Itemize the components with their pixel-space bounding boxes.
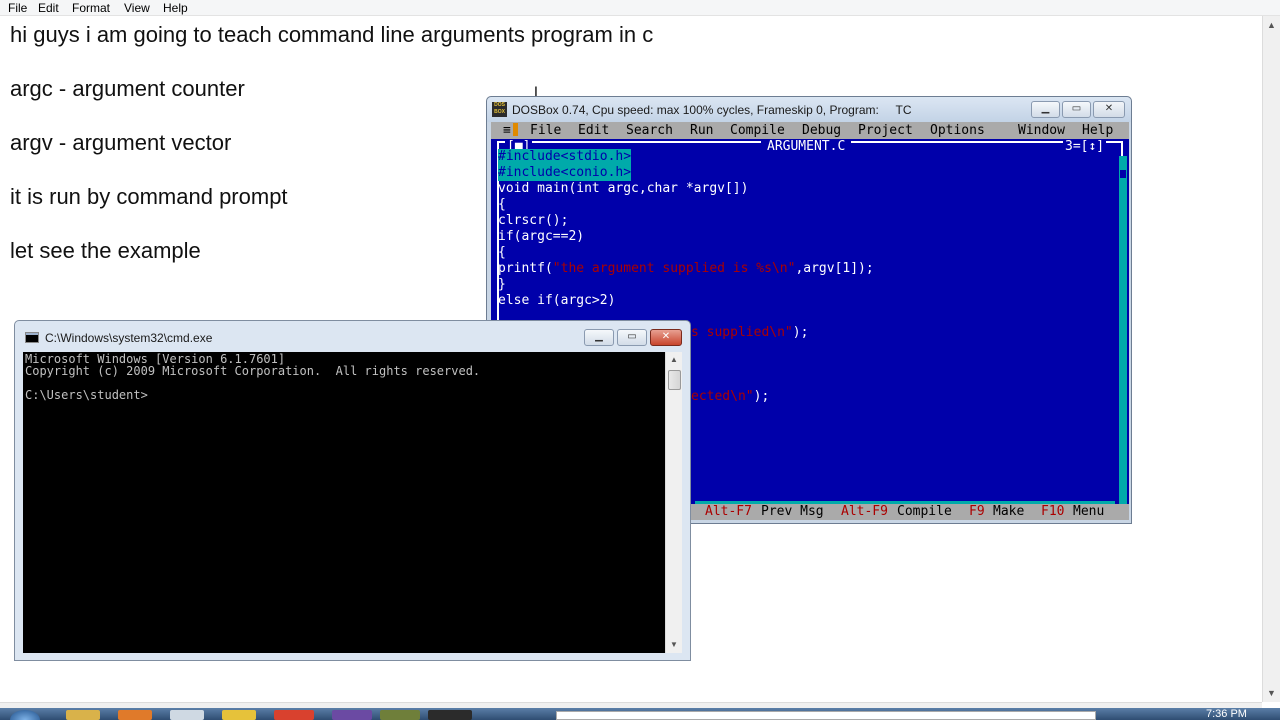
tc-menu-options[interactable]: Options (930, 123, 985, 138)
status-key-f10[interactable]: F10 (1041, 504, 1064, 519)
dosbox-titlebar[interactable]: DOS BOX DOSBox 0.74, Cpu speed: max 100%… (487, 97, 1131, 122)
code-line-9: } (498, 277, 506, 292)
cmd-console-output[interactable]: Microsoft Windows [Version 6.1.7601] Cop… (23, 352, 665, 653)
scroll-down-icon[interactable]: ▼ (1267, 688, 1276, 698)
taskbar-search-box[interactable] (556, 711, 1096, 720)
cmd-scroll-thumb[interactable] (668, 370, 681, 390)
status-label-prev-msg: Prev Msg (761, 504, 824, 519)
notepad-menu-edit[interactable]: Edit (38, 1, 59, 15)
status-label-menu: Menu (1073, 504, 1105, 519)
cmd-title: C:\Windows\system32\cmd.exe (45, 331, 213, 345)
taskbar-clock: 7:36 PM (1206, 708, 1247, 720)
start-button[interactable] (10, 710, 40, 720)
code-line-10: else if(argc>2) (498, 293, 616, 308)
minimize-button[interactable]: ▁ (1031, 101, 1060, 118)
tc-menu-compile[interactable]: Compile (730, 123, 785, 138)
explorer-taskbar-icon[interactable] (66, 710, 100, 720)
dosbox-app-icon: DOS BOX (492, 102, 507, 117)
cmd-titlebar[interactable]: C:\Windows\system32\cmd.exe ▁ ▭ ✕ (15, 321, 690, 353)
cmd-maximize-button[interactable]: ▭ (617, 329, 647, 346)
cmd-close-button[interactable]: ✕ (650, 329, 682, 346)
scroll-up-icon[interactable]: ▲ (670, 355, 678, 364)
code-line-12: s supplied\n"); (691, 325, 809, 340)
notepad-line-5: let see the example (10, 238, 201, 263)
status-key-alt-f7[interactable]: Alt-F7 (705, 504, 752, 519)
cmd-minimize-button[interactable]: ▁ (584, 329, 614, 346)
notepad-line-2: argc - argument counter (10, 76, 245, 101)
console-prompt[interactable]: C:\Users\student> (25, 388, 148, 402)
status-key-alt-f9[interactable]: Alt-F9 (841, 504, 888, 519)
tc-menu-window[interactable]: Window (1018, 123, 1065, 138)
system-menu-icon[interactable]: ≡ (503, 123, 513, 138)
media-taskbar-icon[interactable] (332, 710, 372, 720)
scroll-down-icon[interactable]: ▼ (670, 640, 678, 649)
taskbar: 7:36 PM (0, 708, 1280, 720)
notepad-menu-view[interactable]: View (124, 1, 150, 15)
turbo-c-menubar: ≡ File Edit Search Run Compile Debug Pro… (491, 122, 1129, 139)
files-taskbar-icon[interactable] (222, 710, 256, 720)
code-line-2: #include<conio.h> (498, 165, 632, 181)
minimize-icon: ▁ (1041, 103, 1050, 114)
editor-scroll-thumb[interactable] (1120, 170, 1126, 178)
code-line-5: clrscr(); (498, 213, 569, 228)
notepad-line-3: argv - argument vector (10, 130, 232, 155)
close-icon: ✕ (661, 331, 671, 342)
tc-menu-run[interactable]: Run (690, 123, 713, 138)
code-line-1: #include<stdio.h> (498, 149, 632, 165)
notepad-menu-file[interactable]: File (8, 1, 27, 15)
console-icon (25, 332, 39, 343)
close-icon: ✕ (1104, 103, 1114, 114)
editor-filename: ARGUMENT.C (761, 139, 852, 154)
notepad-line-1: hi guys i am going to teach command line… (10, 22, 654, 47)
status-label-make: Make (993, 504, 1025, 519)
minimize-icon: ▁ (595, 331, 603, 342)
editor-vertical-scrollbar[interactable] (1119, 156, 1127, 506)
status-key-f9[interactable]: F9 (969, 504, 985, 519)
firefox-taskbar-icon[interactable] (118, 710, 152, 720)
dosbox-program-name: TC (895, 103, 912, 117)
notepad-vertical-scrollbar[interactable]: ▲ ▼ (1262, 16, 1280, 702)
code-line-7: { (498, 245, 506, 260)
maximize-icon: ▭ (1071, 103, 1082, 114)
notepad-menu-format[interactable]: Format (72, 1, 110, 15)
dosbox-title: DOSBox 0.74, Cpu speed: max 100% cycles,… (512, 103, 912, 117)
cmd-window[interactable]: C:\Windows\system32\cmd.exe ▁ ▭ ✕ Micros… (14, 320, 691, 661)
code-line-3: void main(int argc,char *argv[]) (498, 181, 749, 196)
tc-menu-project[interactable]: Project (858, 123, 913, 138)
editor-window-number[interactable]: 3=[↕] (1063, 139, 1107, 154)
tc-menu-edit[interactable]: Edit (578, 123, 609, 138)
chrome-taskbar-icon[interactable] (274, 710, 314, 720)
app-taskbar-icon[interactable] (380, 710, 420, 720)
code-line-6: if(argc==2) (498, 229, 585, 244)
tc-menu-search[interactable]: Search (626, 123, 673, 138)
notepad-menubar: File Edit Format View Help (0, 0, 1280, 16)
code-line-4: { (498, 197, 506, 212)
maximize-button[interactable]: ▭ (1062, 101, 1091, 118)
notepad-line-4: it is run by command prompt (10, 184, 288, 209)
status-label-compile: Compile (897, 504, 952, 519)
console-line-2: Copyright (c) 2009 Microsoft Corporation… (25, 364, 481, 378)
notepad-menu-help[interactable]: Help (163, 1, 188, 15)
menu-cursor-marker (513, 123, 518, 136)
cmd-vertical-scrollbar[interactable]: ▲ ▼ (665, 352, 682, 653)
notepad-taskbar-icon[interactable] (170, 710, 204, 720)
maximize-icon: ▭ (627, 331, 637, 342)
tc-menu-help[interactable]: Help (1082, 123, 1113, 138)
tc-menu-file[interactable]: File (530, 123, 561, 138)
code-line-16: ected\n"); (691, 389, 770, 404)
scroll-up-icon[interactable]: ▲ (1267, 20, 1276, 30)
close-button[interactable]: ✕ (1093, 101, 1125, 118)
code-line-8: printf("the argument supplied is %s\n",a… (498, 261, 874, 276)
dosbox-taskbar-icon[interactable] (428, 710, 472, 720)
tc-menu-debug[interactable]: Debug (802, 123, 841, 138)
